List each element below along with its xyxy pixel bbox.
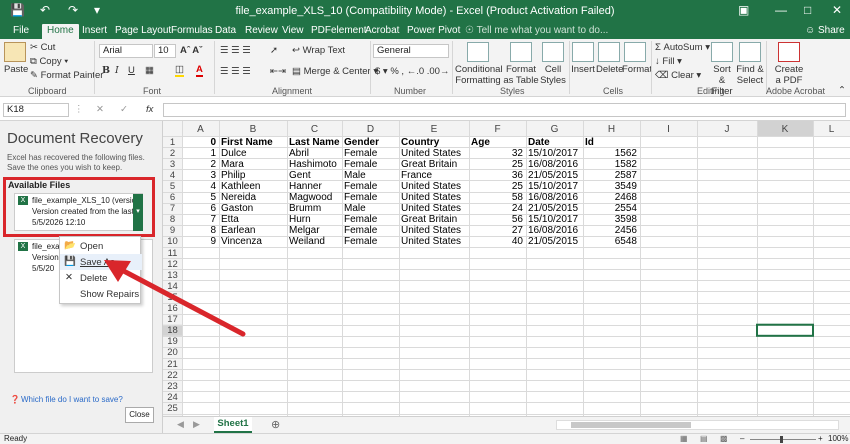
red-arrow-annotation bbox=[104, 260, 246, 337]
